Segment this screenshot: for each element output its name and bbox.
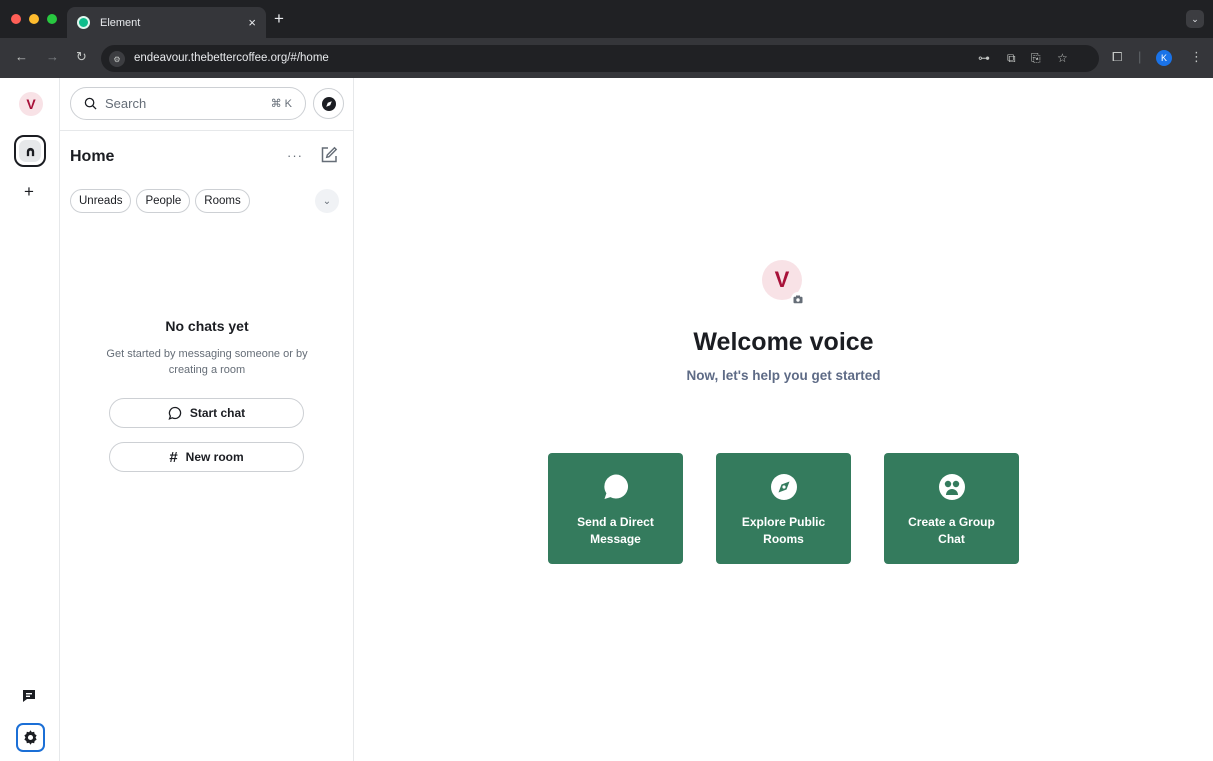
browser-tab-bar: Element × + ⌄ <box>0 0 1213 38</box>
space-bar: V + <box>0 78 60 761</box>
browser-menu-icon[interactable]: ⋮ <box>1190 49 1203 65</box>
card-label: Explore Public Rooms <box>741 515 826 546</box>
new-tab-button[interactable]: + <box>274 9 284 29</box>
browser-tab[interactable]: Element × <box>67 7 266 38</box>
gear-icon <box>24 730 37 745</box>
camera-icon[interactable] <box>791 292 805 306</box>
card-label: Create a Group Chat <box>908 515 995 546</box>
tab-title: Element <box>100 16 141 29</box>
send-direct-message-card[interactable]: Send a Direct Message <box>548 453 683 564</box>
install-app-icon[interactable]: ⧉ <box>1007 51 1016 66</box>
close-window-button[interactable] <box>11 14 21 24</box>
start-chat-button[interactable]: Start chat <box>109 398 304 428</box>
search-input[interactable]: Search ⌘ K <box>70 87 306 120</box>
forward-button[interactable]: → <box>46 49 59 64</box>
threads-icon[interactable] <box>21 688 40 707</box>
url-text[interactable]: endeavour.thebettercoffee.org/#/home <box>134 52 329 64</box>
filter-chips: Unreads People Rooms <box>70 189 250 213</box>
new-room-button[interactable]: # New room <box>109 442 304 472</box>
filter-people[interactable]: People <box>136 189 191 213</box>
page-title: Home <box>70 148 115 165</box>
compass-icon <box>770 474 797 500</box>
maximize-window-button[interactable] <box>47 14 57 24</box>
create-group-chat-card[interactable]: Create a Group Chat <box>884 453 1019 564</box>
card-label: Send a Direct Message <box>577 515 654 546</box>
start-chat-label: Start chat <box>189 406 246 420</box>
create-space-button[interactable]: + <box>24 182 34 202</box>
explore-rooms-button[interactable] <box>313 88 344 119</box>
empty-state-description: Get started by messaging someone or by c… <box>106 348 308 376</box>
tab-search-button[interactable]: ⌄ <box>1186 10 1204 28</box>
explore-public-rooms-card[interactable]: Explore Public Rooms <box>716 453 851 564</box>
quick-settings-button[interactable] <box>16 723 45 752</box>
room-list-panel: Search ⌘ K Home ··· Unreads People Rooms… <box>60 78 354 761</box>
divider <box>60 130 354 131</box>
group-icon <box>938 474 965 500</box>
address-bar[interactable]: ⚙ endeavour.thebettercoffee.org/#/home ⊶… <box>101 45 1099 72</box>
welcome-title: Welcome voice <box>693 328 874 356</box>
extensions-icon[interactable]: ⧠ <box>1112 49 1122 65</box>
chat-bubble-icon <box>168 406 182 420</box>
home-options-button[interactable]: ··· <box>287 148 303 163</box>
element-favicon-icon <box>77 16 90 29</box>
home-welcome-page: V Welcome voice Now, let's help you get … <box>354 78 1213 761</box>
tab-close-button[interactable]: × <box>248 15 256 30</box>
compass-icon <box>321 96 336 111</box>
welcome-subtitle: Now, let's help you get started <box>686 368 881 383</box>
empty-state-title: No chats yet <box>165 318 249 334</box>
toolbar-separator: | <box>1138 49 1142 64</box>
minimize-window-button[interactable] <box>29 14 39 24</box>
user-menu-avatar[interactable]: V <box>19 92 43 116</box>
filter-rooms[interactable]: Rooms <box>195 189 250 213</box>
home-icon <box>19 140 41 162</box>
chat-bubble-icon <box>603 474 628 499</box>
filter-unreads[interactable]: Unreads <box>70 189 132 213</box>
home-space-button[interactable] <box>14 135 46 167</box>
browser-toolbar: ← → ↻ ⚙ endeavour.thebettercoffee.org/#/… <box>0 38 1213 78</box>
expand-filters-button[interactable]: ⌄ <box>315 189 339 213</box>
search-shortcut: ⌘ K <box>270 98 292 110</box>
password-key-icon[interactable]: ⊶ <box>978 51 990 65</box>
site-info-icon[interactable]: ⚙ <box>109 51 125 67</box>
compose-icon <box>321 146 338 163</box>
search-placeholder: Search <box>105 96 147 111</box>
bookmark-star-icon[interactable]: ☆ <box>1057 51 1068 65</box>
hash-icon: # <box>169 448 178 466</box>
back-button[interactable]: ← <box>15 49 28 64</box>
reload-button[interactable]: ↻ <box>76 49 87 65</box>
profile-avatar[interactable]: K <box>1156 50 1172 66</box>
search-icon <box>84 97 97 110</box>
new-room-label: New room <box>185 450 244 464</box>
translate-icon[interactable]: ⎘ <box>1031 51 1041 66</box>
compose-button[interactable] <box>320 146 338 169</box>
